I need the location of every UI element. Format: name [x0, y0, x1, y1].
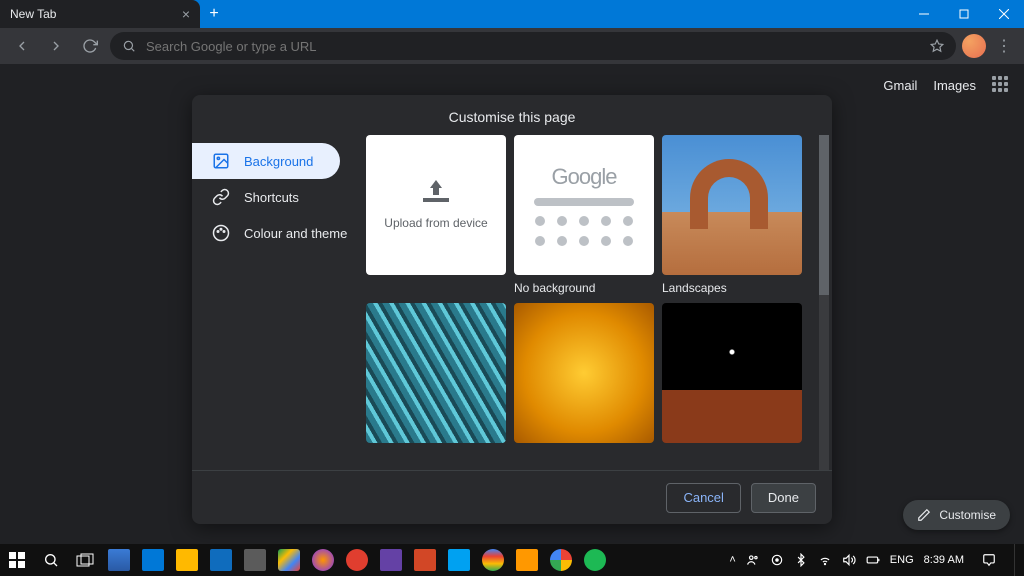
scrollbar-thumb[interactable]	[819, 135, 829, 295]
windows-icon	[9, 552, 25, 568]
wifi-icon[interactable]	[818, 553, 832, 567]
tile-textures[interactable]	[366, 303, 506, 443]
window-close-button[interactable]	[984, 0, 1024, 28]
omnibox-input[interactable]	[146, 39, 920, 54]
show-desktop-button[interactable]	[1014, 544, 1020, 576]
taskbar-app[interactable]	[238, 544, 272, 576]
upload-icon	[423, 180, 449, 202]
taskbar-app[interactable]	[102, 544, 136, 576]
taskbar-app[interactable]	[408, 544, 442, 576]
image-icon	[212, 152, 230, 170]
new-tab-button[interactable]: +	[200, 0, 228, 28]
pencil-icon	[917, 508, 931, 522]
omnibox[interactable]	[110, 32, 956, 60]
browser-tab[interactable]: New Tab ×	[0, 0, 200, 28]
notification-icon	[982, 553, 996, 567]
tile-earth[interactable]	[662, 303, 802, 443]
taskbar-app[interactable]	[306, 544, 340, 576]
palette-icon	[212, 224, 230, 242]
reload-button[interactable]	[76, 32, 104, 60]
link-icon	[212, 188, 230, 206]
chrome-menu-button[interactable]: ⋮	[992, 36, 1016, 56]
taskbar-app[interactable]	[578, 544, 612, 576]
taskbar-app[interactable]	[476, 544, 510, 576]
sidebar-item-color-theme[interactable]: Colour and theme	[192, 215, 360, 251]
google-logo-icon: Google	[552, 164, 617, 190]
images-link[interactable]: Images	[933, 78, 976, 93]
sidebar-item-label: Shortcuts	[244, 190, 299, 205]
taskbar-app[interactable]	[340, 544, 374, 576]
forward-button[interactable]	[42, 32, 70, 60]
profile-avatar[interactable]	[962, 34, 986, 58]
customise-button[interactable]: Customise	[903, 500, 1010, 530]
people-icon[interactable]	[746, 553, 760, 567]
tile-art[interactable]	[514, 303, 654, 443]
bluetooth-icon[interactable]	[794, 553, 808, 567]
task-view-icon	[76, 553, 94, 567]
taskbar-app[interactable]	[272, 544, 306, 576]
search-button[interactable]	[34, 544, 68, 576]
taskbar-app[interactable]	[442, 544, 476, 576]
taskbar-app[interactable]	[170, 544, 204, 576]
clock[interactable]: 8:39 AM	[924, 554, 964, 566]
window-maximize-button[interactable]	[944, 0, 984, 28]
sidebar-item-shortcuts[interactable]: Shortcuts	[192, 179, 360, 215]
window-minimize-button[interactable]	[904, 0, 944, 28]
scrollbar[interactable]	[819, 135, 829, 470]
taskbar-app[interactable]	[510, 544, 544, 576]
tray-chevron-icon[interactable]: ˄	[729, 554, 735, 566]
back-button[interactable]	[8, 32, 36, 60]
done-button[interactable]: Done	[751, 483, 816, 513]
taskbar-app[interactable]	[374, 544, 408, 576]
tile-landscapes[interactable]: Landscapes	[662, 135, 802, 295]
search-icon	[43, 552, 59, 568]
search-icon	[122, 39, 136, 53]
bookmark-icon[interactable]	[930, 39, 944, 53]
language-indicator[interactable]: ENG	[890, 554, 914, 566]
location-icon[interactable]	[770, 553, 784, 567]
taskbar-app[interactable]	[204, 544, 238, 576]
tile-label: No background	[514, 281, 654, 295]
tile-no-background[interactable]: Google No background	[514, 135, 654, 295]
customise-label: Customise	[939, 508, 996, 522]
arch-icon	[690, 159, 768, 229]
taskbar: ˄ ENG 8:39 AM	[0, 544, 1024, 576]
tile-label: Landscapes	[662, 281, 802, 295]
task-view-button[interactable]	[68, 544, 102, 576]
gmail-link[interactable]: Gmail	[883, 78, 917, 93]
tab-title: New Tab	[10, 7, 56, 21]
sidebar-item-background[interactable]: Background	[192, 143, 340, 179]
volume-icon[interactable]	[842, 553, 856, 567]
sidebar-item-label: Colour and theme	[244, 226, 347, 241]
battery-icon[interactable]	[866, 553, 880, 567]
taskbar-app[interactable]	[136, 544, 170, 576]
start-button[interactable]	[0, 544, 34, 576]
taskbar-app[interactable]	[544, 544, 578, 576]
sidebar-item-label: Background	[244, 154, 313, 169]
close-tab-icon[interactable]: ×	[182, 6, 190, 22]
tile-upload[interactable]: Upload from device	[366, 135, 506, 295]
cancel-button[interactable]: Cancel	[666, 483, 740, 513]
action-center-button[interactable]	[974, 544, 1004, 576]
google-apps-button[interactable]	[992, 76, 1010, 94]
customise-dialog: Customise this page Background Shortcuts…	[192, 95, 832, 524]
dialog-title: Customise this page	[192, 95, 832, 135]
tile-label: Upload from device	[384, 216, 487, 230]
